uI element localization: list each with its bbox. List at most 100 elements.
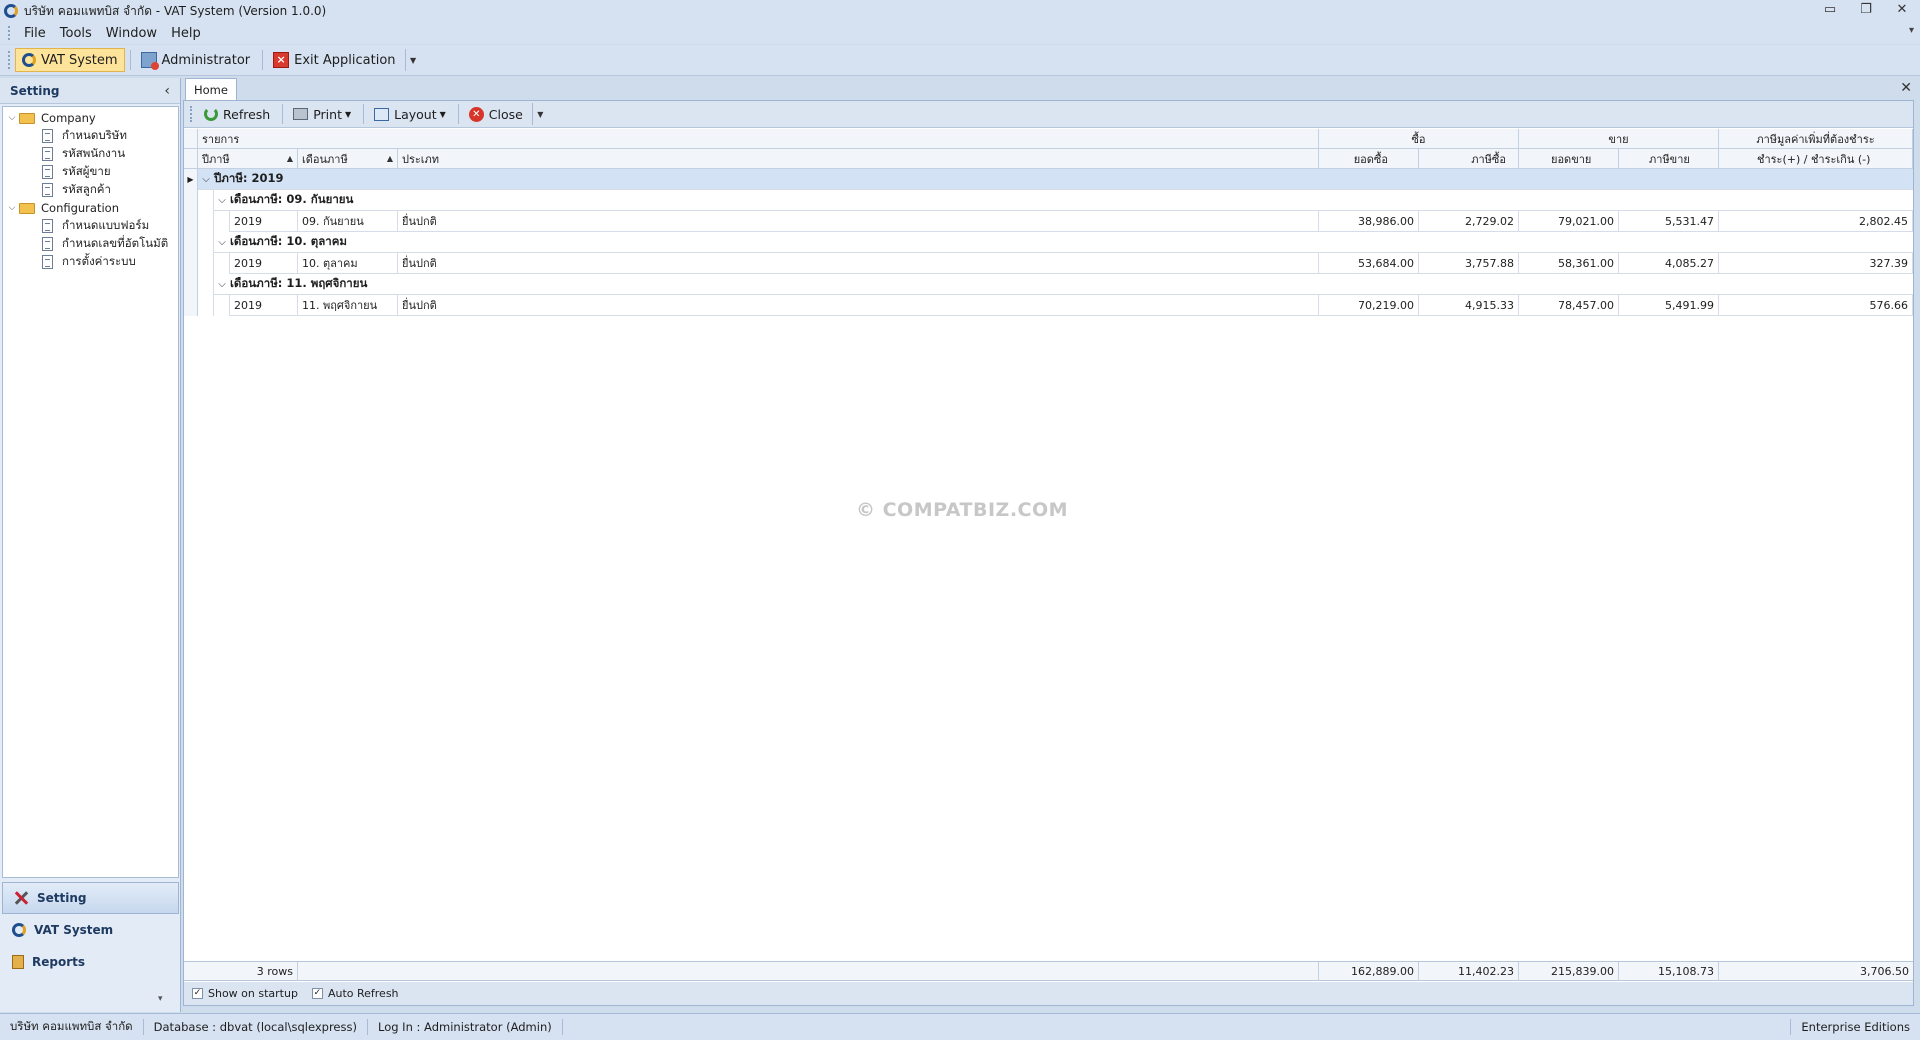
administrator-button[interactable]: Administrator xyxy=(134,48,258,72)
tree-item-company-settings[interactable]: กำหนดบริษัท xyxy=(3,127,178,145)
status-bar: บริษัท คอมแพทบิส จำกัด Database : dbvat … xyxy=(0,1013,1920,1040)
collapse-panel-icon[interactable]: ‹ xyxy=(164,83,170,99)
group-row-month[interactable]: ⌵ เดือนภาษี: 11. พฤศจิกายน xyxy=(214,274,1913,295)
cell-tax-year[interactable]: 2019 xyxy=(230,253,298,274)
cell-sales-tax[interactable]: 5,531.47 xyxy=(1619,211,1719,232)
menu-overflow-icon[interactable]: ▾ xyxy=(1909,25,1914,36)
collapse-group-icon[interactable]: ⌵ xyxy=(198,174,214,185)
close-button[interactable]: ✕ Close xyxy=(462,103,530,125)
cell-tax-month[interactable]: 10. ตุลาคม xyxy=(298,253,398,274)
group-row-month[interactable]: ⌵ เดือนภาษี: 09. กันยายน xyxy=(214,190,1913,211)
cell-tax-year[interactable]: 2019 xyxy=(230,211,298,232)
row-indicator-column xyxy=(184,190,198,316)
minimize-icon[interactable]: ▭ xyxy=(1818,2,1842,17)
column-header-label: ปีภาษี xyxy=(202,152,230,166)
print-button[interactable]: Print ▼ xyxy=(286,103,358,125)
collapse-group-icon[interactable]: ⌵ xyxy=(214,237,230,248)
column-header-tax-month[interactable]: เดือนภาษี ▲ xyxy=(298,149,398,169)
nav-group-reports[interactable]: Reports xyxy=(2,946,179,978)
cell-sales-tax[interactable]: 4,085.27 xyxy=(1619,253,1719,274)
column-header-sales-tax[interactable]: ภาษีขาย xyxy=(1619,149,1719,169)
column-header-purchase-total[interactable]: ยอดซื้อ xyxy=(1319,149,1419,169)
group-indent xyxy=(214,253,230,274)
auto-refresh-checkbox[interactable]: ✓ Auto Refresh xyxy=(311,987,399,1000)
footer-vat-balance: 3,706.50 xyxy=(1860,965,1909,978)
refresh-button[interactable]: Refresh xyxy=(197,103,277,125)
cell-purchase-total[interactable]: 53,684.00 xyxy=(1319,253,1419,274)
tree-item-employee-code[interactable]: รหัสพนักงาน xyxy=(3,145,178,163)
menu-help[interactable]: Help xyxy=(164,26,208,41)
menu-window[interactable]: Window xyxy=(99,26,164,41)
tree-item-form-settings[interactable]: กำหนดแบบฟอร์ม xyxy=(3,217,178,235)
tree-item-system-settings[interactable]: การตั้งค่าระบบ xyxy=(3,253,178,271)
column-header-vat-balance[interactable]: ชำระ(+) / ชำระเกิน (-) xyxy=(1719,149,1913,169)
tree-node-company[interactable]: ⌵ Company xyxy=(3,109,178,127)
grid-toolbar-grip[interactable] xyxy=(190,106,193,122)
band-header-purchase[interactable]: ซื้อ xyxy=(1319,129,1519,149)
grid-footer-summary: 3 rows 162,889.00 11,402.23 215,839.00 1… xyxy=(184,961,1913,981)
layout-label: Layout xyxy=(394,106,437,122)
tree-item-vendor-code[interactable]: รหัสผู้ขาย xyxy=(3,163,178,181)
nav-overflow-icon[interactable]: ▾ xyxy=(158,994,163,1004)
cell-purchase-tax[interactable]: 2,729.02 xyxy=(1419,211,1519,232)
band-header-sales[interactable]: ขาย xyxy=(1519,129,1719,149)
collapse-group-icon[interactable]: ⌵ xyxy=(214,279,230,290)
toolbar-separator xyxy=(457,104,459,124)
cell-vat-balance[interactable]: 2,802.45 xyxy=(1719,211,1913,232)
cell-sales-tax[interactable]: 5,491.99 xyxy=(1619,295,1719,316)
folder-icon xyxy=(19,202,35,214)
layout-button[interactable]: Layout ▼ xyxy=(367,103,453,125)
tree-item-label: การตั้งค่าระบบ xyxy=(62,254,136,268)
cell-purchase-total[interactable]: 38,986.00 xyxy=(1319,211,1419,232)
cell-vat-balance[interactable]: 576.66 xyxy=(1719,295,1913,316)
expand-arrow-icon[interactable]: ⌵ xyxy=(5,203,19,213)
show-on-startup-checkbox[interactable]: ✓ Show on startup xyxy=(192,987,298,1000)
column-header-sales-total[interactable]: ยอดขาย xyxy=(1519,149,1619,169)
cell-sales-total[interactable]: 78,457.00 xyxy=(1519,295,1619,316)
cell-tax-month[interactable]: 09. กันยายน xyxy=(298,211,398,232)
cell-purchase-tax[interactable]: 4,915.33 xyxy=(1419,295,1519,316)
close-document-icon[interactable]: ✕ xyxy=(1900,80,1912,96)
cell-purchase-total[interactable]: 70,219.00 xyxy=(1319,295,1419,316)
cell-vat-balance[interactable]: 327.39 xyxy=(1719,253,1913,274)
group-row-year[interactable]: ⌵ ปีภาษี: 2019 xyxy=(198,169,1913,190)
band-header-vat-payable[interactable]: ภาษีมูลค่าเพิ่มที่ต้องชำระ xyxy=(1719,129,1913,149)
tree-item-auto-number[interactable]: กำหนดเลขที่อัตโนมัติ xyxy=(3,235,178,253)
tree-node-configuration[interactable]: ⌵ Configuration xyxy=(3,199,178,217)
checkmark-icon: ✓ xyxy=(192,988,203,999)
cell-type[interactable]: ยื่นปกติ xyxy=(398,253,1319,274)
tab-home[interactable]: Home xyxy=(185,78,237,100)
cell-sales-total[interactable]: 58,361.00 xyxy=(1519,253,1619,274)
close-window-icon[interactable]: ✕ xyxy=(1890,2,1914,17)
nav-group-setting[interactable]: Setting xyxy=(2,882,179,914)
menu-tools[interactable]: Tools xyxy=(53,26,99,41)
toolbar-overflow-button[interactable]: ▼ xyxy=(404,49,421,71)
group-row-month[interactable]: ⌵ เดือนภาษี: 10. ตุลาคม xyxy=(214,232,1913,253)
grid-toolbar-overflow-button[interactable]: ▼ xyxy=(531,103,548,125)
cell-purchase-tax[interactable]: 3,757.88 xyxy=(1419,253,1519,274)
expand-arrow-icon[interactable]: ⌵ xyxy=(5,113,19,123)
menu-grip[interactable] xyxy=(8,26,11,40)
collapse-group-icon[interactable]: ⌵ xyxy=(214,195,230,206)
column-header-type[interactable]: ประเภท xyxy=(398,149,1319,169)
cell-type[interactable]: ยื่นปกติ xyxy=(398,211,1319,232)
group-indent xyxy=(214,211,230,232)
exit-application-button[interactable]: × Exit Application xyxy=(266,48,402,72)
cell-tax-month[interactable]: 11. พฤศจิกายน xyxy=(298,295,398,316)
nav-group-vat-system[interactable]: VAT System xyxy=(2,914,179,946)
restore-icon[interactable]: ❐ xyxy=(1854,2,1878,17)
menu-file[interactable]: File xyxy=(17,26,53,41)
column-header-label: เดือนภาษี xyxy=(302,152,348,166)
tree-item-customer-code[interactable]: รหัสลูกค้า xyxy=(3,181,178,199)
toolbar-grip[interactable] xyxy=(8,51,11,69)
column-header-tax-year[interactable]: ปีภาษี ▲ xyxy=(198,149,298,169)
column-header-purchase-tax[interactable]: ภาษีซื้อ xyxy=(1419,149,1519,169)
footer-spacer xyxy=(298,962,1319,981)
vat-system-button[interactable]: VAT System xyxy=(15,48,125,72)
vat-system-icon xyxy=(12,923,26,937)
row-indicator-icon[interactable]: ▶ xyxy=(184,169,198,190)
cell-sales-total[interactable]: 79,021.00 xyxy=(1519,211,1619,232)
cell-type[interactable]: ยื่นปกติ xyxy=(398,295,1319,316)
band-header-items[interactable]: รายการ xyxy=(198,129,1319,149)
cell-tax-year[interactable]: 2019 xyxy=(230,295,298,316)
